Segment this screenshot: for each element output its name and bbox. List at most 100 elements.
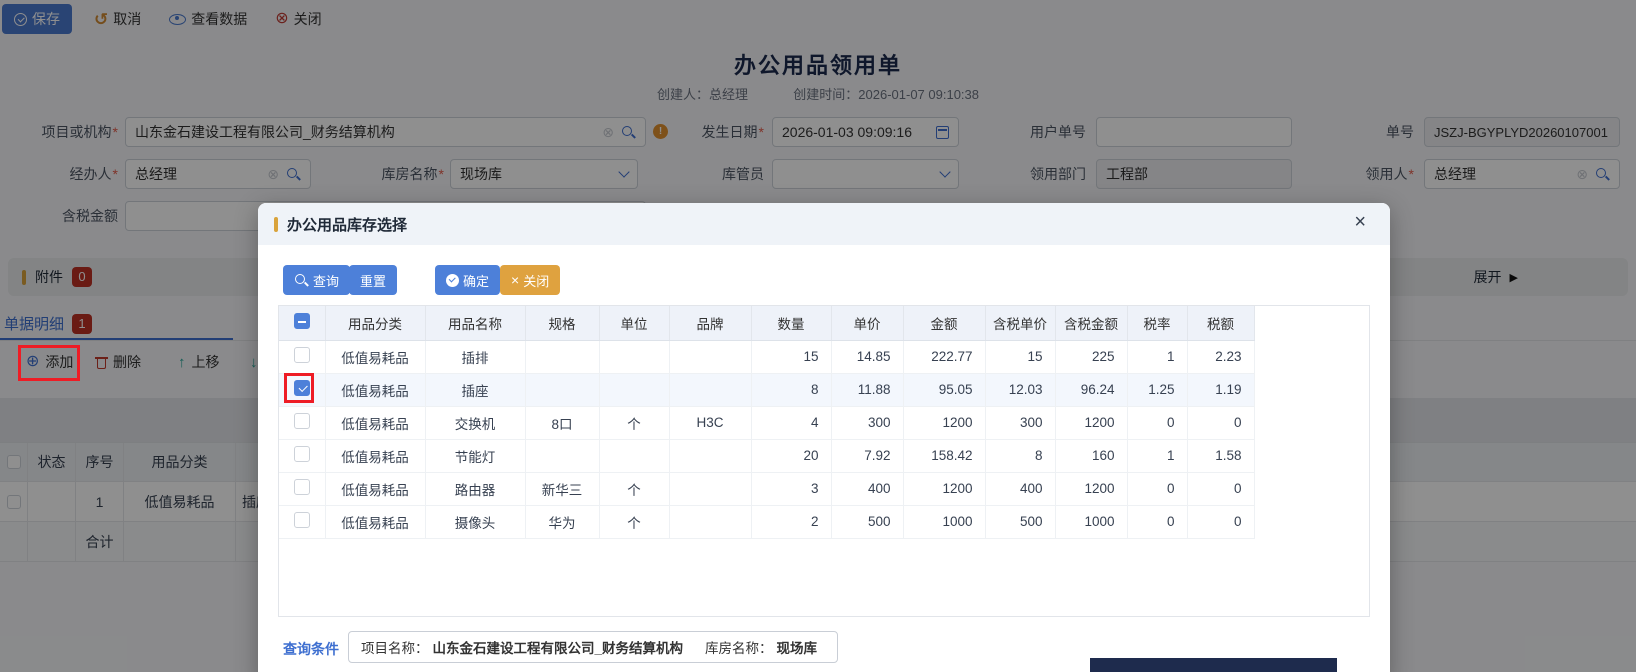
cell-amount: 222.77 xyxy=(903,340,985,373)
inventory-row-3[interactable]: 低值易耗品交换机8口个H3C43001200300120000 xyxy=(279,406,1254,439)
cell-tax_rate: 1 xyxy=(1127,340,1187,373)
cell-tax: 1.19 xyxy=(1187,373,1254,406)
select-all-cell[interactable] xyxy=(279,306,325,340)
row-checkbox-cell[interactable] xyxy=(279,406,325,439)
cell-tax_rate: 1 xyxy=(1127,439,1187,472)
dialog-close-button-label: 关闭 xyxy=(523,271,549,290)
row-checkbox[interactable] xyxy=(294,446,310,462)
cell-tax_price: 500 xyxy=(985,505,1055,538)
cell-tax: 0 xyxy=(1187,505,1254,538)
cell-qty: 20 xyxy=(751,439,831,472)
dialog-title: 办公用品库存选择 xyxy=(287,214,407,235)
inventory-table-container: 用品分类用品名称规格单位品牌数量单价金额含税单价含税金额税率税额低值易耗品插排1… xyxy=(278,305,1370,617)
dialog-close-button[interactable]: × 关闭 xyxy=(500,265,560,295)
cell-name: 路由器 xyxy=(425,472,525,505)
row-checkbox[interactable] xyxy=(294,512,310,528)
cell-tax: 2.23 xyxy=(1187,340,1254,373)
column-header-tax_rate: 税率 xyxy=(1127,306,1187,340)
query-project-label: 项目名称： xyxy=(361,637,429,657)
row-checkbox-cell[interactable] xyxy=(279,472,325,505)
cell-price: 300 xyxy=(831,406,903,439)
cell-category: 低值易耗品 xyxy=(325,373,425,406)
cell-tax_price: 400 xyxy=(985,472,1055,505)
cell-qty: 3 xyxy=(751,472,831,505)
cell-unit xyxy=(599,373,669,406)
cell-amount: 95.05 xyxy=(903,373,985,406)
query-conditions-box: 项目名称：山东金石建设工程有限公司_财务结算机构 库房名称：现场库 xyxy=(348,631,838,663)
row-checkbox[interactable] xyxy=(294,479,310,495)
cutoff-dark-panel xyxy=(1090,658,1337,672)
column-header-brand: 品牌 xyxy=(669,306,751,340)
cell-qty: 2 xyxy=(751,505,831,538)
cell-brand xyxy=(669,340,751,373)
cell-name: 插座 xyxy=(425,373,525,406)
cell-qty: 8 xyxy=(751,373,831,406)
cell-tax_amount: 225 xyxy=(1055,340,1127,373)
row-checkbox-cell[interactable] xyxy=(279,340,325,373)
cell-tax_rate: 1.25 xyxy=(1127,373,1187,406)
annotation-box-selected-checkbox xyxy=(284,373,314,403)
query-button[interactable]: 查询 xyxy=(283,265,350,295)
inventory-row-2[interactable]: 低值易耗品插座811.8895.0512.0396.241.251.19 xyxy=(279,373,1254,406)
confirm-button[interactable]: 确定 xyxy=(435,265,500,295)
cell-name: 插排 xyxy=(425,340,525,373)
cell-category: 低值易耗品 xyxy=(325,406,425,439)
column-header-qty: 数量 xyxy=(751,306,831,340)
cell-unit xyxy=(599,439,669,472)
inventory-row-1[interactable]: 低值易耗品插排1514.85222.771522512.23 xyxy=(279,340,1254,373)
cell-tax_amount: 1000 xyxy=(1055,505,1127,538)
cell-tax_rate: 0 xyxy=(1127,472,1187,505)
column-header-tax: 税额 xyxy=(1187,306,1254,340)
cell-tax_rate: 0 xyxy=(1127,406,1187,439)
cell-category: 低值易耗品 xyxy=(325,472,425,505)
cell-unit xyxy=(599,340,669,373)
modal-table: 用品分类用品名称规格单位品牌数量单价金额含税单价含税金额税率税额低值易耗品插排1… xyxy=(279,306,1255,539)
query-conditions-label: 查询条件 xyxy=(283,639,339,659)
cell-unit: 个 xyxy=(599,505,669,538)
x-icon: × xyxy=(511,273,519,287)
inventory-row-6[interactable]: 低值易耗品摄像头华为个25001000500100000 xyxy=(279,505,1254,538)
cell-qty: 4 xyxy=(751,406,831,439)
cell-tax_amount: 96.24 xyxy=(1055,373,1127,406)
cell-brand xyxy=(669,373,751,406)
cell-unit: 个 xyxy=(599,472,669,505)
select-all-checkbox[interactable] xyxy=(294,313,310,329)
row-checkbox[interactable] xyxy=(294,413,310,429)
cell-tax_amount: 1200 xyxy=(1055,472,1127,505)
cell-tax: 0 xyxy=(1187,472,1254,505)
cell-amount: 1000 xyxy=(903,505,985,538)
cell-category: 低值易耗品 xyxy=(325,505,425,538)
cell-tax_price: 15 xyxy=(985,340,1055,373)
query-project-value: 山东金石建设工程有限公司_财务结算机构 xyxy=(433,637,684,657)
reset-button[interactable]: 重置 xyxy=(349,265,397,295)
row-checkbox-cell[interactable] xyxy=(279,439,325,472)
cell-spec xyxy=(525,439,599,472)
cell-tax_amount: 160 xyxy=(1055,439,1127,472)
inventory-row-4[interactable]: 低值易耗品节能灯207.92158.42816011.58 xyxy=(279,439,1254,472)
row-checkbox[interactable] xyxy=(294,347,310,363)
annotation-box-add-button xyxy=(18,345,80,381)
column-header-unit: 单位 xyxy=(599,306,669,340)
column-header-tax_price: 含税单价 xyxy=(985,306,1055,340)
cell-amount: 1200 xyxy=(903,472,985,505)
query-warehouse-value: 现场库 xyxy=(777,637,818,657)
cell-spec: 新华三 xyxy=(525,472,599,505)
cell-name: 摄像头 xyxy=(425,505,525,538)
confirm-button-label: 确定 xyxy=(463,271,489,290)
column-header-amount: 金额 xyxy=(903,306,985,340)
cell-spec xyxy=(525,340,599,373)
cell-tax_amount: 1200 xyxy=(1055,406,1127,439)
query-button-label: 查询 xyxy=(313,271,339,290)
cell-price: 14.85 xyxy=(831,340,903,373)
cell-price: 500 xyxy=(831,505,903,538)
cell-category: 低值易耗品 xyxy=(325,340,425,373)
cell-amount: 1200 xyxy=(903,406,985,439)
query-warehouse-label: 库房名称： xyxy=(705,637,773,657)
row-checkbox-cell[interactable] xyxy=(279,505,325,538)
cell-unit: 个 xyxy=(599,406,669,439)
column-header-tax_amount: 含税金额 xyxy=(1055,306,1127,340)
cell-spec: 华为 xyxy=(525,505,599,538)
inventory-row-5[interactable]: 低值易耗品路由器新华三个34001200400120000 xyxy=(279,472,1254,505)
column-header-price: 单价 xyxy=(831,306,903,340)
dialog-close-icon[interactable]: × xyxy=(1354,212,1366,232)
